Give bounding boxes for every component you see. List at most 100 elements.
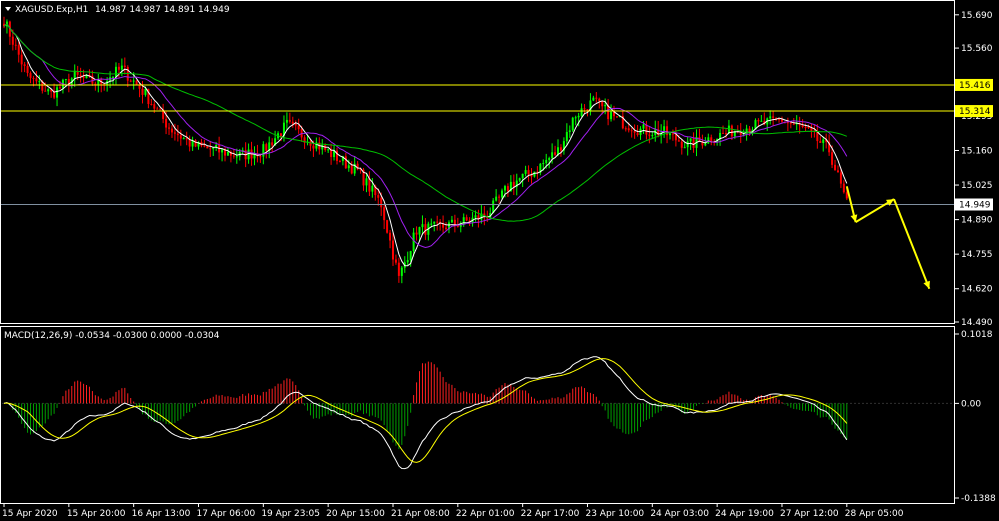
time-tick-label: 15 Apr 2020 xyxy=(2,509,58,519)
candle-body xyxy=(521,173,524,179)
candle-body xyxy=(400,267,403,276)
candle-body xyxy=(601,101,604,107)
candle-body xyxy=(474,215,477,218)
candle-body xyxy=(397,262,400,276)
candle-body xyxy=(424,224,427,235)
candle-body xyxy=(170,128,173,133)
candle-body xyxy=(574,117,577,119)
candle-body xyxy=(380,197,383,208)
candle-body xyxy=(580,108,583,116)
candle-body xyxy=(548,158,551,160)
candle-body xyxy=(153,104,156,109)
candle-body xyxy=(642,124,645,129)
candle-body xyxy=(542,163,545,165)
candle-body xyxy=(235,156,238,158)
candle-body xyxy=(636,132,639,135)
candle-body xyxy=(683,147,686,149)
candle-body xyxy=(221,149,224,153)
candle-body xyxy=(280,133,283,136)
trading-chart[interactable]: 15.69015.56015.29515.16015.02514.89014.7… xyxy=(0,0,999,521)
candle-body xyxy=(20,54,23,65)
menu-triangle-icon[interactable] xyxy=(5,7,11,11)
candle-body xyxy=(11,36,14,45)
candle-body xyxy=(371,185,374,192)
candle-body xyxy=(780,119,783,122)
candle-body xyxy=(168,127,171,129)
candle-body xyxy=(559,147,562,151)
candle-body xyxy=(156,108,159,110)
candle-body xyxy=(722,132,725,134)
bid-label: 14.949 xyxy=(959,200,991,210)
candle-body xyxy=(689,138,692,142)
candle-body xyxy=(35,78,38,82)
price-tick-label: 14.755 xyxy=(961,250,993,260)
time-tick-label: 20 Apr 15:00 xyxy=(326,509,385,519)
candle-body xyxy=(730,125,733,137)
candle-body xyxy=(624,128,627,130)
candle-body xyxy=(571,117,574,131)
candle-body xyxy=(583,108,586,110)
time-tick-label: 17 Apr 06:00 xyxy=(196,509,255,519)
candle-body xyxy=(176,133,179,136)
candle-body xyxy=(132,80,135,82)
candle-body xyxy=(648,134,651,136)
candle-body xyxy=(568,130,571,133)
time-tick-label: 28 Apr 05:00 xyxy=(845,509,904,519)
symbol-label: XAGUSD.Exp,H1 xyxy=(15,5,88,15)
candle-body xyxy=(327,149,330,151)
header: XAGUSD.Exp,H1 14.987 14.987 14.891 14.94… xyxy=(5,5,230,15)
candle-body xyxy=(680,141,683,148)
candle-body xyxy=(294,123,297,126)
candle-body xyxy=(394,259,397,263)
candle-body xyxy=(595,97,598,99)
price-pane-frame xyxy=(0,0,955,324)
candle-body xyxy=(117,66,120,70)
candle-body xyxy=(545,159,548,164)
candle-body xyxy=(769,116,772,119)
candle-body xyxy=(745,128,748,135)
candle-body xyxy=(772,116,775,118)
candle-body xyxy=(386,220,389,233)
candle-body xyxy=(226,151,229,156)
candle-body xyxy=(188,139,191,147)
candle-body xyxy=(23,64,26,66)
candle-body xyxy=(141,88,144,95)
candle-body xyxy=(17,45,20,55)
time-tick-label: 16 Apr 13:00 xyxy=(132,509,191,519)
candle-body xyxy=(495,196,498,201)
candle-body xyxy=(565,132,568,142)
time-tick-label: 27 Apr 12:00 xyxy=(780,509,839,519)
candle-body xyxy=(262,144,265,157)
candle-body xyxy=(173,132,176,134)
candle-body xyxy=(26,65,29,73)
candle-body xyxy=(297,125,300,130)
candle-body xyxy=(415,232,418,235)
candle-body xyxy=(32,77,35,79)
candle-body xyxy=(592,97,595,101)
candle-body xyxy=(312,145,315,149)
candle-body xyxy=(615,116,618,118)
candle-body xyxy=(610,111,613,120)
candle-body xyxy=(206,146,209,149)
candle-body xyxy=(834,164,837,171)
candle-body xyxy=(842,183,845,193)
price-plot xyxy=(1,16,954,290)
candle-body xyxy=(247,149,250,160)
time-tick-label: 22 Apr 01:00 xyxy=(456,509,515,519)
ohlc-label: 14.987 14.987 14.891 14.949 xyxy=(95,5,230,15)
sma-slow-line xyxy=(3,23,847,222)
candle-body xyxy=(627,128,630,131)
candle-body xyxy=(450,219,453,223)
candle-body xyxy=(209,148,212,150)
candle-body xyxy=(506,186,509,192)
candle-body xyxy=(704,143,707,146)
candle-body xyxy=(819,141,822,143)
price-tick-label: 15.560 xyxy=(961,44,993,54)
candle-body xyxy=(839,172,842,184)
candle-body xyxy=(58,87,61,89)
candle-body xyxy=(822,139,825,143)
candle-body xyxy=(645,124,648,135)
candle-body xyxy=(365,178,368,186)
candle-body xyxy=(524,170,527,174)
candle-body xyxy=(159,108,162,110)
